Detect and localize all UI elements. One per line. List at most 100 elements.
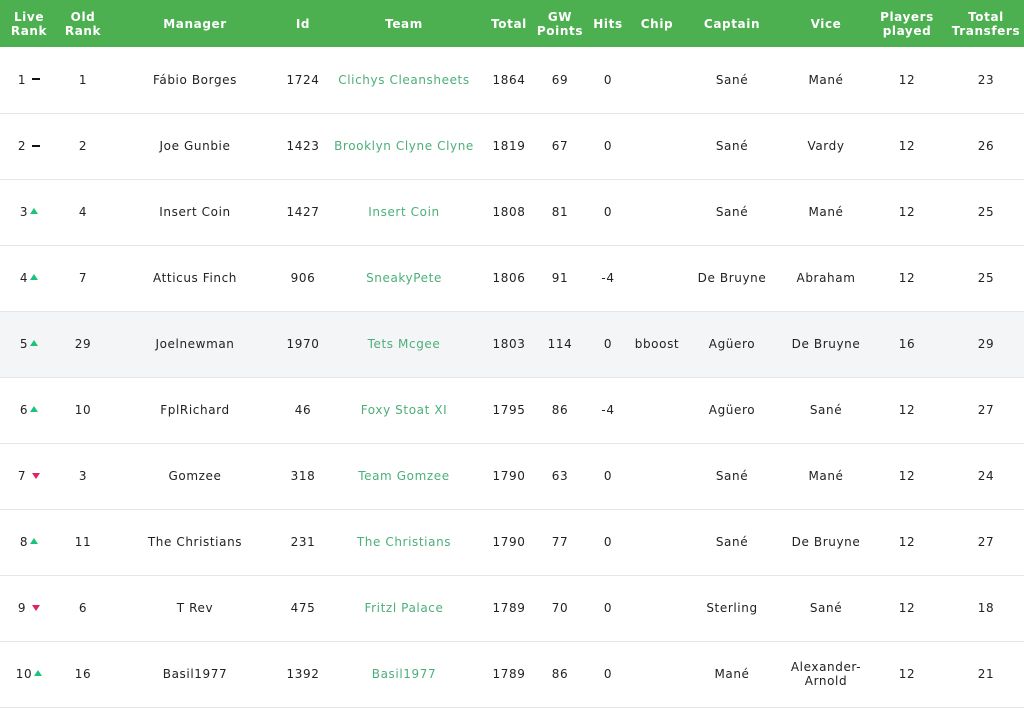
hits-cell: -4	[601, 271, 615, 285]
vice-captain-cell: Mané	[780, 47, 872, 113]
chip-cell	[630, 509, 684, 575]
old-rank-cell: 6	[78, 601, 88, 615]
team-link[interactable]: Basil1977	[372, 667, 436, 681]
vice-captain-name: Alexander- Arnold	[790, 660, 862, 688]
team-cell: SneakyPete	[324, 245, 484, 311]
players-played-cell: 12	[898, 601, 916, 615]
old-rank-cell: 11	[74, 535, 92, 549]
col-header-old-rank[interactable]: Old Rank	[58, 0, 108, 47]
captain-cell: Sané	[715, 205, 749, 219]
captain-cell: Sterling	[706, 601, 758, 615]
team-link[interactable]: Brooklyn Clyne Clyne	[334, 139, 474, 153]
chip-cell	[630, 443, 684, 509]
standings-table: Live Rank Old Rank Manager Id Team Total…	[0, 0, 1024, 708]
captain-cell: Agüero	[708, 403, 756, 417]
manager-id-cell: 1970	[286, 337, 320, 351]
rank-down-arrow-icon	[32, 473, 41, 479]
gw-points-cell: 67	[551, 139, 569, 153]
team-cell: Brooklyn Clyne Clyne	[324, 113, 484, 179]
manager-id-cell: 1724	[286, 72, 320, 87]
table-row[interactable]: 8 11 The Christians 231 The Christians 1790 77…	[0, 509, 1024, 575]
chip-cell: bboost	[634, 337, 680, 351]
old-rank-cell: 3	[78, 469, 88, 483]
table-row[interactable]: 3 4 Insert Coin 1427 Insert Coin 1808 81 0 Sané M…	[0, 179, 1024, 245]
table-row[interactable]: 10 16 Basil1977 1392 Basil1977 1789 86 0 Mané Ale…	[0, 641, 1024, 707]
gw-points-cell: 69	[551, 72, 569, 87]
table-row[interactable]: 9 6 T Rev 475 Fritzl Palace 1789 70 0 Sterling Sa…	[0, 575, 1024, 641]
hits-cell: 0	[603, 72, 613, 87]
vice-captain-cell: Abraham	[780, 245, 872, 311]
live-rank-value: 3	[19, 205, 29, 219]
col-header-players-played[interactable]: Players played	[872, 0, 942, 47]
gw-points-cell: 77	[551, 535, 569, 549]
team-cell: Clichys Cleansheets	[324, 47, 484, 113]
total-points-cell: 1790	[492, 469, 526, 483]
chip-cell	[630, 377, 684, 443]
hits-cell: 0	[603, 535, 613, 549]
rank-up-arrow-icon	[34, 670, 43, 676]
team-link[interactable]: The Christians	[357, 535, 451, 549]
team-cell: Fritzl Palace	[324, 575, 484, 641]
live-rank-value: 9	[17, 601, 27, 615]
team-link[interactable]: Insert Coin	[368, 205, 440, 219]
table-row[interactable]: 7 3 Gomzee 318 Team Gomzee 1790 63 0 Sané Mané 12 2…	[0, 443, 1024, 509]
manager-id-cell: 1392	[286, 667, 320, 681]
col-header-total-transfers[interactable]: Total Transfers	[942, 0, 1024, 47]
old-rank-cell: 2	[78, 139, 88, 153]
vice-captain-name: Abraham	[796, 271, 856, 285]
vice-captain-name: Mané	[808, 205, 844, 219]
total-transfers-cell: 26	[977, 139, 995, 153]
table-row[interactable]: 4 7 Atticus Finch 906 SneakyPete 1806 91 -4 De B…	[0, 245, 1024, 311]
gw-points-cell: 86	[551, 667, 569, 681]
team-link[interactable]: Fritzl Palace	[365, 601, 444, 615]
table-row[interactable]: 6 10 FplRichard 46 Foxy Stoat XI 1795 86 -4 Agüe…	[0, 377, 1024, 443]
table-row[interactable]: 2 2 Joe Gunbie 1423 Brooklyn Clyne Clyne 1819…	[0, 113, 1024, 179]
rank-unchanged-dash-icon	[32, 78, 41, 81]
table-row[interactable]: 1 1 Fábio Borges 1724 Clichys Cleansheets 186…	[0, 47, 1024, 113]
rank-up-arrow-icon	[30, 406, 39, 412]
captain-cell: Agüero	[708, 337, 756, 351]
total-points-cell: 1789	[492, 601, 526, 615]
col-header-hits[interactable]: Hits	[586, 0, 630, 47]
manager-id-cell: 475	[290, 601, 316, 615]
total-transfers-cell: 25	[977, 271, 995, 285]
team-cell: Tets Mcgee	[324, 311, 484, 377]
gw-points-cell: 81	[551, 205, 569, 219]
old-rank-cell: 7	[78, 271, 88, 285]
col-header-id[interactable]: Id	[282, 0, 324, 47]
rank-up-arrow-icon	[30, 274, 39, 280]
chip-cell	[630, 113, 684, 179]
team-link[interactable]: Foxy Stoat XI	[361, 403, 448, 417]
col-header-gw-points[interactable]: GW Points	[534, 0, 586, 47]
players-played-cell: 12	[898, 403, 916, 417]
team-link[interactable]: Team Gomzee	[358, 469, 450, 483]
total-transfers-cell: 23	[977, 72, 995, 87]
col-header-vice[interactable]: Vice	[780, 0, 872, 47]
live-rank-cell: 2	[0, 113, 58, 179]
vice-captain-cell: Mané	[780, 179, 872, 245]
live-rank-value: 8	[19, 535, 29, 549]
col-header-manager[interactable]: Manager	[108, 0, 282, 47]
live-rank-cell: 6	[0, 377, 58, 443]
rank-down-arrow-icon	[32, 605, 41, 611]
captain-cell: Sané	[715, 535, 749, 549]
vice-captain-cell: Sané	[780, 377, 872, 443]
team-link[interactable]: Clichys Cleansheets	[338, 73, 469, 87]
manager-cell: FplRichard	[160, 403, 230, 417]
players-played-cell: 12	[898, 139, 916, 153]
col-header-chip[interactable]: Chip	[630, 0, 684, 47]
captain-cell: Sané	[715, 139, 749, 153]
gw-points-cell: 86	[551, 403, 569, 417]
table-row[interactable]: 5 29 Joelnewman 1970 Tets Mcgee 1803 114 0 bboos…	[0, 311, 1024, 377]
live-rank-value: 2	[17, 139, 27, 153]
vice-captain-name: Sané	[809, 601, 843, 615]
hits-cell: 0	[603, 205, 613, 219]
team-link[interactable]: SneakyPete	[366, 271, 442, 285]
team-link[interactable]: Tets Mcgee	[368, 337, 441, 351]
col-header-live-rank[interactable]: Live Rank	[0, 0, 58, 47]
col-header-captain[interactable]: Captain	[684, 0, 780, 47]
old-rank-cell: 1	[78, 72, 88, 87]
col-header-team[interactable]: Team	[324, 0, 484, 47]
col-header-total[interactable]: Total	[484, 0, 534, 47]
manager-cell: Joe Gunbie	[159, 139, 231, 153]
